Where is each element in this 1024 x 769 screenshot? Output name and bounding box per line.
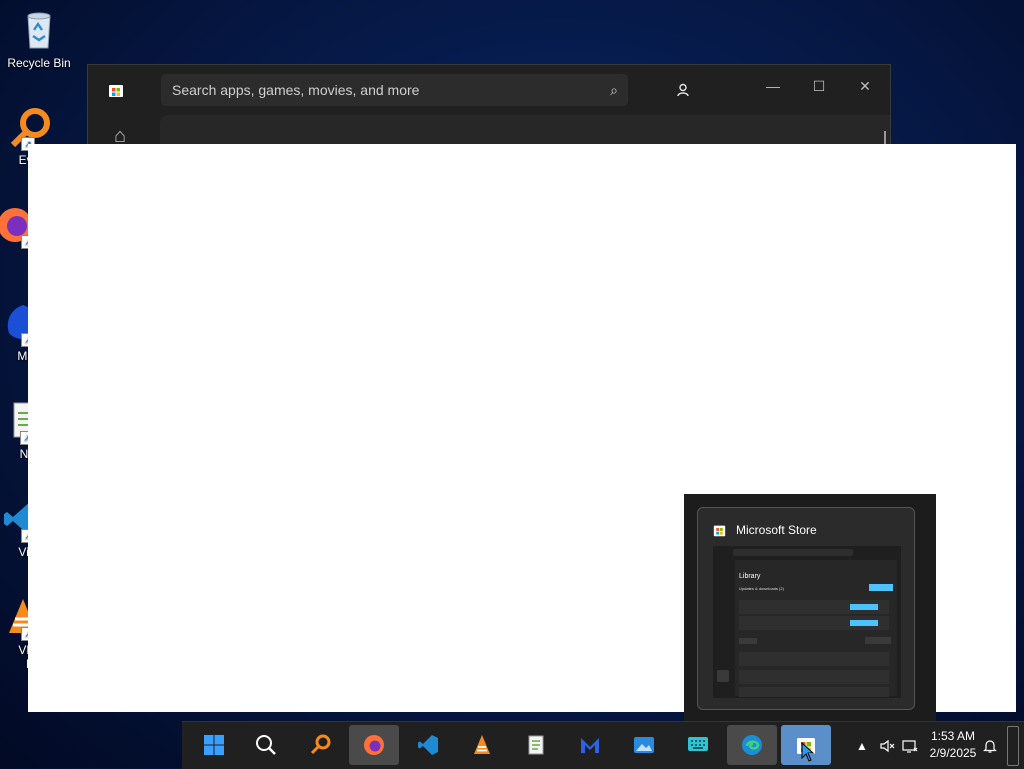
taskbar-notepad-plus[interactable] <box>511 725 561 765</box>
taskbar-photos[interactable] <box>619 725 669 765</box>
mouse-cursor-icon <box>801 742 815 762</box>
minimize-button[interactable]: — <box>750 71 796 101</box>
desktop-icon-label: Recycle Bin <box>7 56 71 70</box>
notification-bell-icon[interactable] <box>982 722 998 769</box>
title-bar[interactable]: Search apps, games, movies, and more ⌕ —… <box>88 65 890 115</box>
search-icon[interactable]: ⌕ <box>610 74 618 106</box>
search-icon <box>254 733 278 757</box>
taskbar-firefox[interactable] <box>349 725 399 765</box>
close-button[interactable]: ✕ <box>842 71 888 101</box>
preview-subheading: Updates & downloads (2) <box>739 586 785 591</box>
network-icon[interactable] <box>902 722 918 769</box>
store-logo-icon <box>713 524 726 537</box>
taskbar-vscode[interactable] <box>403 725 453 765</box>
maximize-button[interactable]: ☐ <box>796 71 842 101</box>
profile-button[interactable] <box>670 77 696 103</box>
taskbar-edge[interactable] <box>727 725 777 765</box>
clock-time: 1:53 AM <box>930 729 976 743</box>
windows-icon <box>202 733 226 757</box>
person-icon <box>677 83 689 97</box>
volume-muted-icon[interactable] <box>879 722 895 769</box>
preview-screenshot: Library Updates & downloads (2) <box>713 546 901 698</box>
show-desktop-button[interactable] <box>1007 726 1019 766</box>
store-logo-icon <box>108 82 124 98</box>
chevron-up-icon: ▲ <box>856 738 868 753</box>
notepad-icon <box>524 733 548 757</box>
taskbar: ▲ 1:53 AM 2/9/2025 <box>182 721 1024 769</box>
everything-icon <box>308 733 332 757</box>
search-placeholder: Search apps, games, movies, and more <box>172 82 420 98</box>
taskbar-search-button[interactable] <box>241 725 291 765</box>
clock-date: 2/9/2025 <box>929 746 977 760</box>
taskbar-everything[interactable] <box>295 725 345 765</box>
store-thumbnail-preview[interactable]: Microsoft Store Library Updates & downlo… <box>697 507 915 710</box>
desktop-icon-recycle-bin[interactable]: Recycle Bin <box>0 8 78 70</box>
vlc-icon <box>470 733 494 757</box>
taskbar-malwarebytes[interactable] <box>565 725 615 765</box>
malwarebytes-icon <box>578 733 602 757</box>
preview-heading: Library <box>739 573 761 580</box>
keyboard-icon <box>686 733 710 757</box>
taskbar-vlc[interactable] <box>457 725 507 765</box>
taskbar-keyboard-app[interactable] <box>673 725 723 765</box>
start-button[interactable] <box>189 725 239 765</box>
search-input[interactable]: Search apps, games, movies, and more ⌕ <box>161 74 628 106</box>
show-hidden-icons-button[interactable]: ▲ <box>856 722 868 769</box>
preview-title: Microsoft Store <box>736 523 817 537</box>
vscode-icon <box>416 733 440 757</box>
firefox-icon <box>362 733 386 757</box>
recycle-bin-icon <box>17 8 61 52</box>
everything-icon: ↗ <box>7 105 51 151</box>
photos-icon <box>632 733 656 757</box>
edge-icon <box>740 733 764 757</box>
system-clock[interactable]: 1:53 AM 2/9/2025 <box>928 728 978 762</box>
